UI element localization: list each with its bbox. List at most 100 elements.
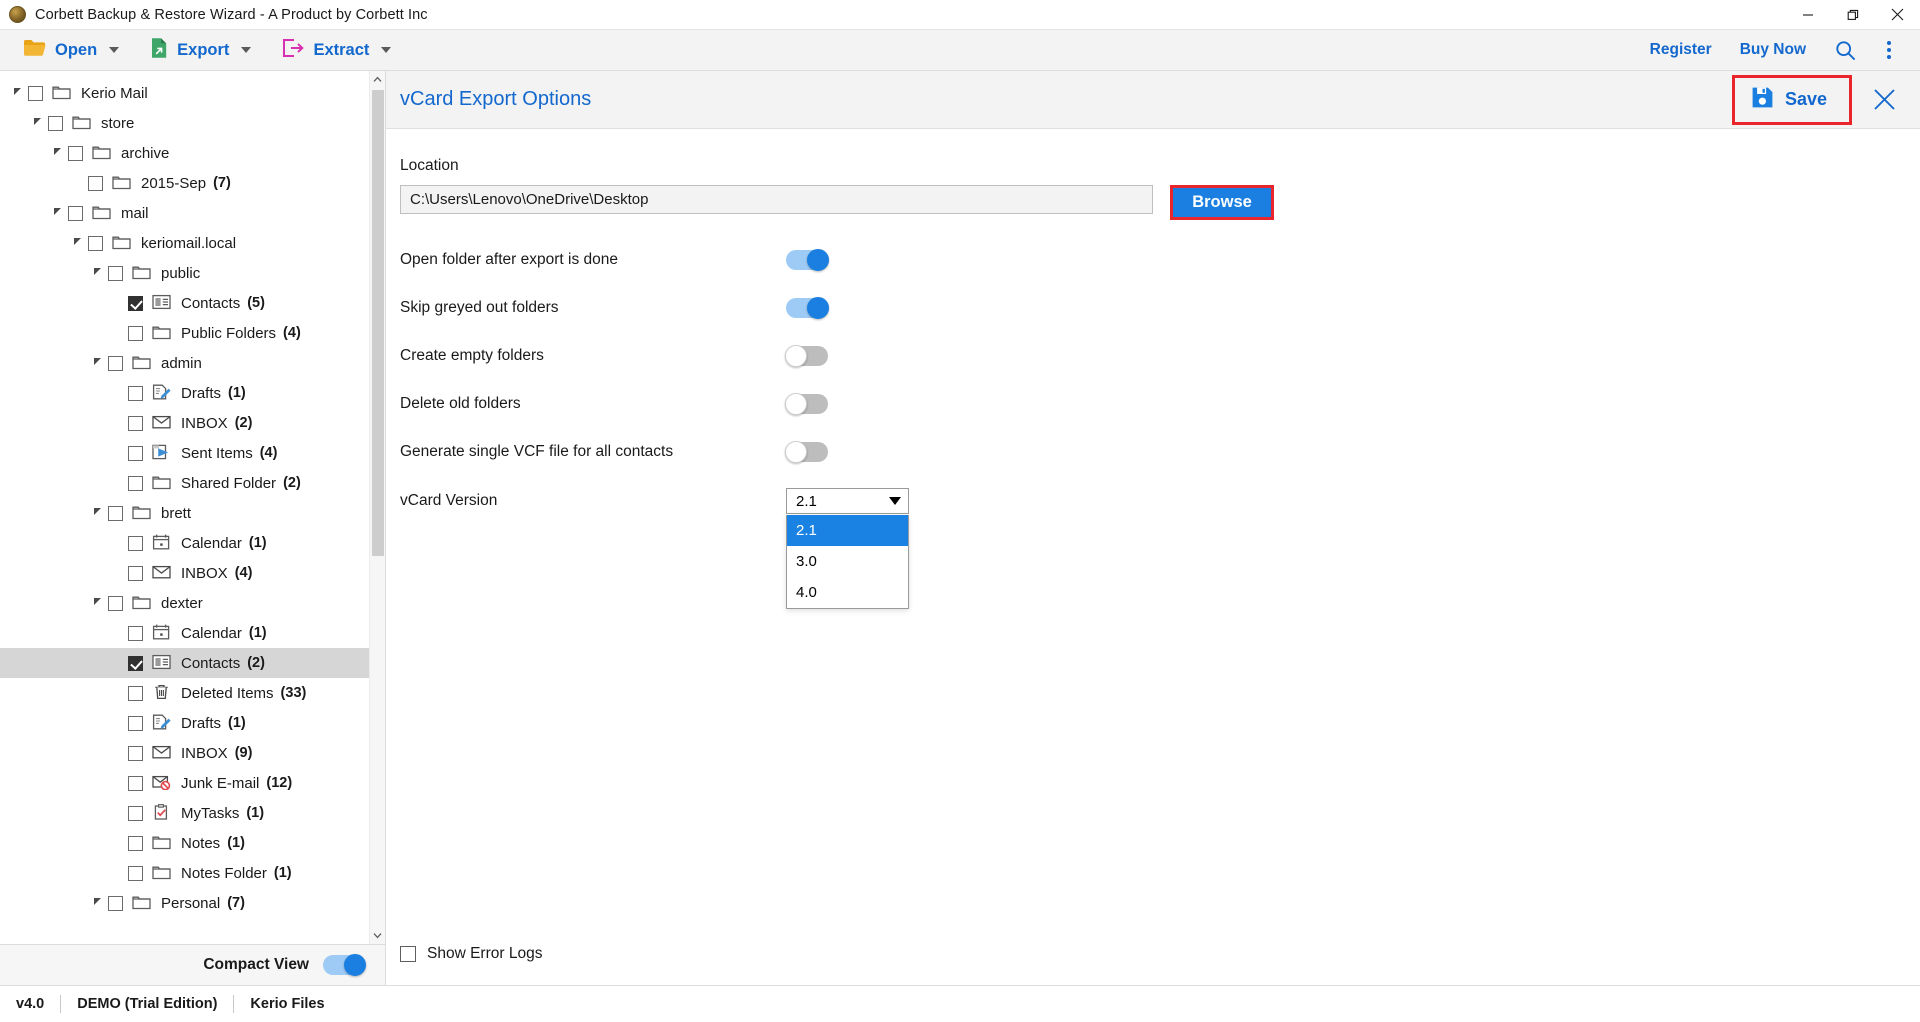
export-menu-button[interactable]: Export [140,32,260,69]
tree-item-calendar[interactable]: Calendar (1) [0,528,385,558]
expand-collapse-icon[interactable] [86,900,108,907]
tree-item-public-folders[interactable]: Public Folders (4) [0,318,385,348]
tree-item-shared-folder[interactable]: Shared Folder (2) [0,468,385,498]
scrollbar-thumb[interactable] [371,90,384,556]
expand-collapse-icon[interactable] [26,120,48,127]
tree-item-dexter[interactable]: dexter [0,588,385,618]
tree-item-public[interactable]: public [0,258,385,288]
tree-item-deleted-items[interactable]: Deleted Items (33) [0,678,385,708]
browse-button[interactable]: Browse [1173,188,1271,217]
tree-item-checkbox[interactable] [68,145,83,161]
minimize-button[interactable] [1785,0,1830,29]
tree-item-checkbox[interactable] [128,325,143,341]
tree-item-junk-e-mail[interactable]: Junk E-mail (12) [0,768,385,798]
tree-item-inbox[interactable]: INBOX (2) [0,408,385,438]
expand-collapse-icon[interactable] [46,210,68,217]
tree-item-mytasks[interactable]: MyTasks (1) [0,798,385,828]
vcard-version-option[interactable]: 2.1 [787,515,908,546]
tree-item-checkbox[interactable] [128,655,143,671]
tree-item-checkbox[interactable] [128,745,143,761]
tree-item-checkbox[interactable] [128,715,143,731]
expand-collapse-icon[interactable] [86,600,108,607]
tree-item-checkbox[interactable] [128,625,143,641]
tree-item-inbox[interactable]: INBOX (4) [0,558,385,588]
vcard-version-option[interactable]: 3.0 [787,546,908,577]
tree-item-mail[interactable]: mail [0,198,385,228]
search-icon[interactable] [1826,33,1864,67]
tree-item-kerio-mail[interactable]: Kerio Mail [0,78,385,108]
tree-item-notes[interactable]: Notes (1) [0,828,385,858]
tree-scrollbar[interactable] [369,71,385,944]
compact-view-toggle[interactable] [323,954,366,976]
tree-item-checkbox[interactable] [128,475,143,491]
chevron-down-icon[interactable] [241,47,252,53]
tree-item-drafts[interactable]: Drafts (1) [0,708,385,738]
location-input[interactable] [400,185,1153,214]
buy-now-link[interactable]: Buy Now [1726,35,1820,65]
tree-item-checkbox[interactable] [128,445,143,461]
expand-collapse-icon[interactable] [86,510,108,517]
tree-item-keriomail-local[interactable]: keriomail.local [0,228,385,258]
open-menu-button[interactable]: Open [14,33,128,68]
tree-item-checkbox[interactable] [108,355,123,371]
tree-item-calendar[interactable]: Calendar (1) [0,618,385,648]
tree-item-checkbox[interactable] [68,205,83,221]
expand-collapse-icon[interactable] [46,150,68,157]
expand-collapse-icon[interactable] [66,240,88,247]
tree-item-contacts[interactable]: Contacts (5) [0,288,385,318]
tree-item-checkbox[interactable] [108,895,123,911]
option-toggle[interactable] [785,440,828,463]
vcard-version-select[interactable]: 2.1 [786,488,909,514]
show-error-logs-checkbox[interactable] [400,946,416,962]
tree-item-inbox[interactable]: INBOX (9) [0,738,385,768]
tree-item-checkbox[interactable] [108,265,123,281]
tree-item-checkbox[interactable] [108,595,123,611]
register-link[interactable]: Register [1636,35,1726,65]
tree-item-checkbox[interactable] [128,685,143,701]
option-toggle[interactable] [786,296,829,319]
tree-item-checkbox[interactable] [128,865,143,881]
tree-item-sent-items[interactable]: Sent Items (4) [0,438,385,468]
tree-item-store[interactable]: store [0,108,385,138]
restore-button[interactable] [1830,0,1875,29]
tree-item-checkbox[interactable] [128,565,143,581]
scroll-up-icon[interactable] [370,71,386,88]
kebab-menu-icon[interactable] [1870,33,1908,67]
tree-item-checkbox[interactable] [128,295,143,311]
tree-item-checkbox[interactable] [128,805,143,821]
tree-item-checkbox[interactable] [88,235,103,251]
tree-item-checkbox[interactable] [28,85,43,101]
scroll-down-icon[interactable] [370,927,386,944]
tree-item-checkbox[interactable] [128,835,143,851]
expand-collapse-icon[interactable] [6,90,28,97]
option-toggle[interactable] [785,344,828,367]
scrollbar-track[interactable] [370,88,386,927]
expand-collapse-icon[interactable] [86,270,108,277]
option-toggle[interactable] [786,248,829,271]
tree-item-archive[interactable]: archive [0,138,385,168]
tree-item-drafts[interactable]: Drafts (1) [0,378,385,408]
chevron-down-icon[interactable] [109,47,120,53]
tree-item-checkbox[interactable] [128,385,143,401]
show-error-logs-row[interactable]: Show Error Logs [400,945,542,963]
tree-item-notes-folder[interactable]: Notes Folder (1) [0,858,385,888]
close-button[interactable] [1875,0,1920,29]
save-button[interactable]: Save [1741,82,1843,118]
tree-item-checkbox[interactable] [48,115,63,131]
tree-item-personal[interactable]: Personal (7) [0,888,385,918]
chevron-down-icon[interactable] [381,47,392,53]
extract-menu-button[interactable]: Extract [272,33,400,68]
tree-item-checkbox[interactable] [108,505,123,521]
vcard-version-dropdown[interactable]: 2.1 3.0 4.0 [786,515,909,609]
option-toggle[interactable] [785,392,828,415]
tree-item-checkbox[interactable] [88,175,103,191]
vcard-version-option[interactable]: 4.0 [787,577,908,608]
panel-close-button[interactable] [1862,78,1906,122]
tree-item-checkbox[interactable] [128,415,143,431]
tree-item-admin[interactable]: admin [0,348,385,378]
tree-item-checkbox[interactable] [128,535,143,551]
folder-tree[interactable]: Kerio Mail store archive 2015-Sep (7) mail ker… [0,71,385,918]
expand-collapse-icon[interactable] [86,360,108,367]
tree-item-2015-sep[interactable]: 2015-Sep (7) [0,168,385,198]
tree-item-contacts[interactable]: Contacts (2) [0,648,385,678]
